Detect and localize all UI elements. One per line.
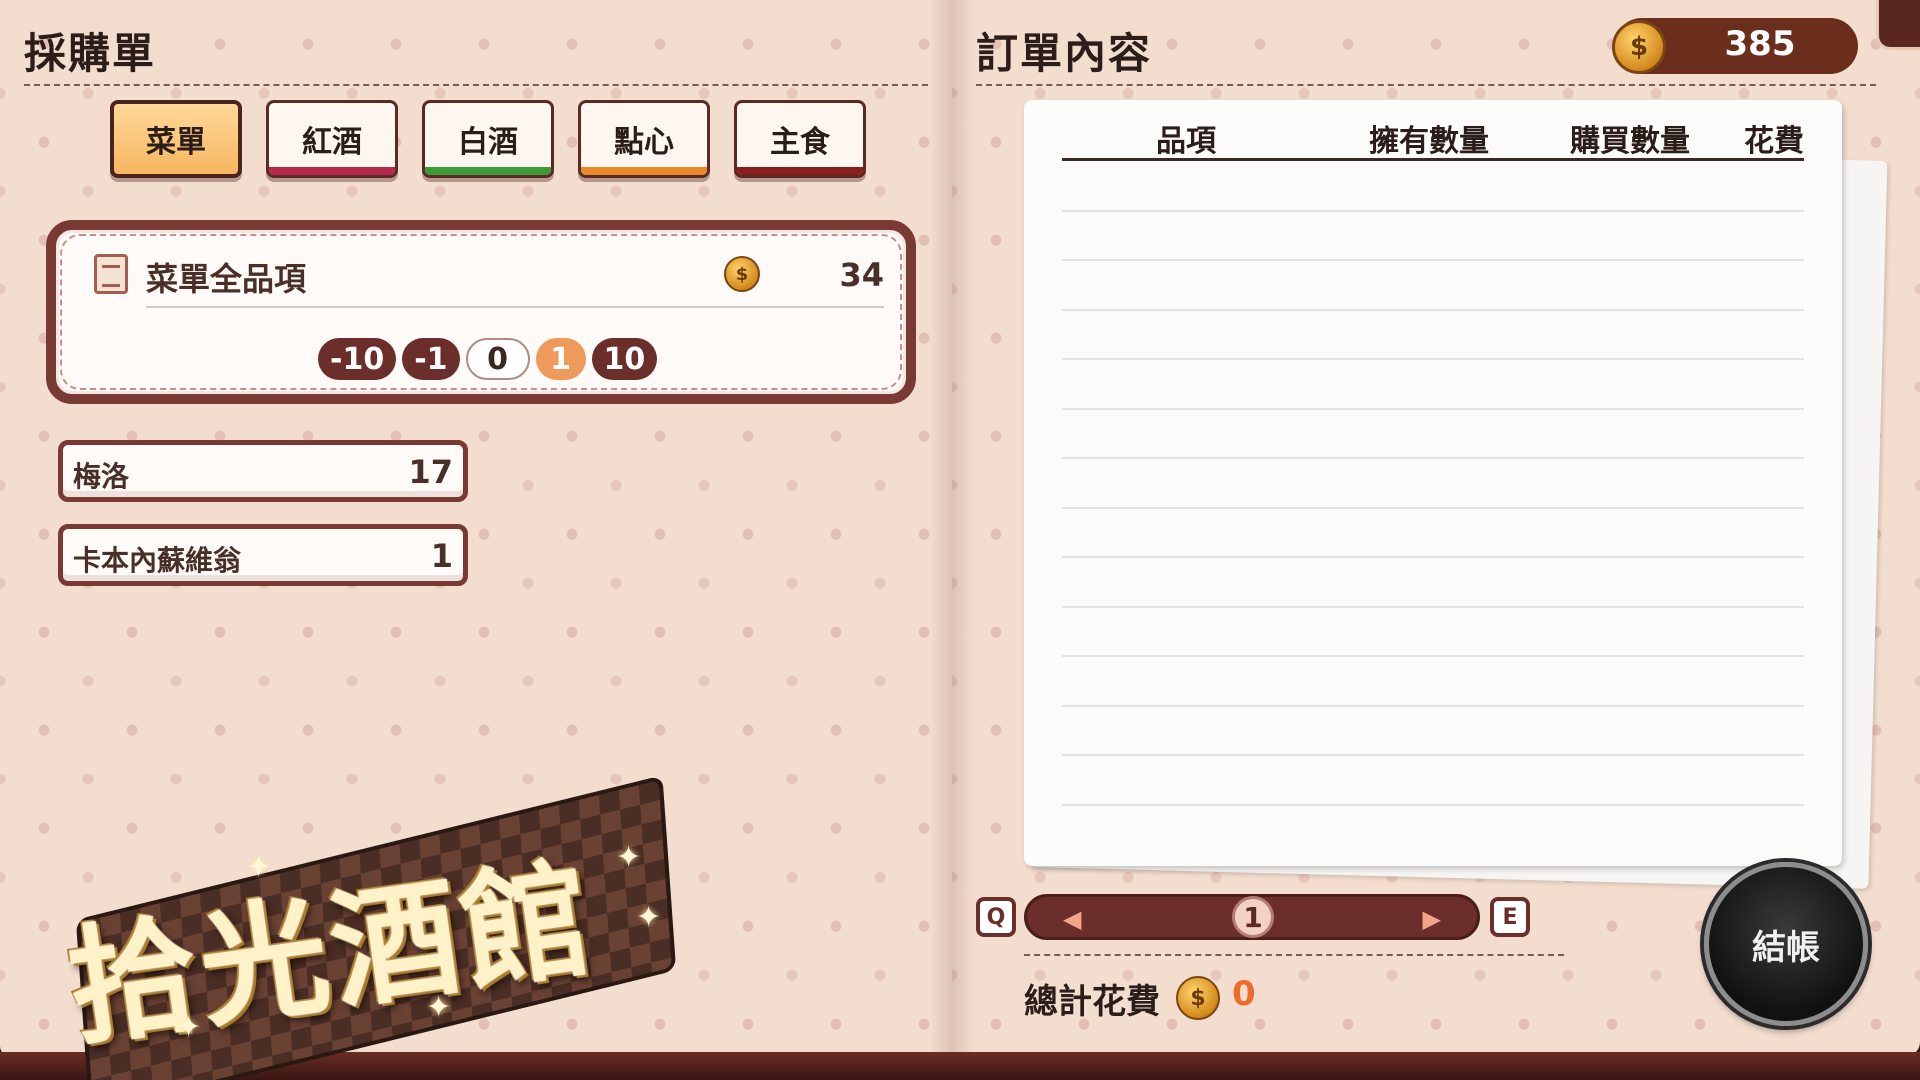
tab-label: 紅酒 (302, 125, 362, 160)
menu-card-underline (146, 306, 884, 308)
col-header-cost: 花費 (1744, 124, 1804, 159)
col-header-item: 品項 (1156, 124, 1216, 159)
qty-plus-10-button[interactable]: 10 (591, 338, 658, 380)
logo-text: 拾光酒館 (59, 842, 604, 1065)
table-row (1062, 705, 1804, 707)
prev-page-key[interactable]: Q (976, 897, 1016, 937)
title-divider (24, 84, 928, 86)
tab-dessert[interactable]: 點心 (578, 100, 710, 178)
table-row (1062, 507, 1804, 509)
item-name: 卡本內蘇維翁 (73, 544, 242, 577)
item-value: 17 (408, 453, 453, 491)
tab-stripe (425, 167, 551, 175)
coin-icon: $ (724, 256, 760, 292)
next-page-key[interactable]: E (1490, 897, 1530, 937)
current-page: 1 (1232, 896, 1274, 938)
coin-balance: 385 (1724, 24, 1796, 64)
tab-label: 白酒 (458, 125, 518, 160)
tab-label: 點心 (614, 125, 674, 160)
title-divider (976, 84, 1876, 86)
table-row (1062, 556, 1804, 558)
menu-all-items-card[interactable]: 菜單全品項 $ 34 -10 -1 0 1 10 (46, 220, 916, 404)
tab-main-food[interactable]: 主食 (734, 100, 866, 178)
book-gutter (930, 0, 974, 1056)
checkout-button[interactable]: 結帳 (1704, 862, 1868, 1026)
list-item-merlot[interactable]: 梅洛 17 (58, 440, 468, 502)
checkout-label: 結帳 (1752, 927, 1820, 968)
total-cost-value: 0 (1232, 974, 1256, 1014)
sparkle-icon: ✦ (176, 1010, 202, 1045)
tab-stripe (737, 167, 863, 175)
table-row (1062, 408, 1804, 410)
header-underline (1062, 158, 1804, 161)
table-row (1062, 655, 1804, 657)
table-row (1062, 457, 1804, 459)
table-row (1062, 210, 1804, 212)
qty-zero-button[interactable]: 0 (465, 338, 530, 380)
sparkle-icon: ✦ (616, 840, 642, 875)
sparkle-icon: ✦ (246, 850, 272, 885)
order-content-title: 訂單內容 (976, 29, 1153, 78)
game-logo: 拾光酒館 ✦ ✦ ✦ ✦ ✦ (16, 780, 696, 1080)
page-navigator: ◀ 1 ▶ (1024, 894, 1480, 940)
table-row (1062, 309, 1804, 311)
menu-card-price: 34 (839, 256, 884, 294)
coin-icon: $ (1612, 20, 1666, 74)
tab-white-wine[interactable]: 白酒 (422, 100, 554, 178)
purchase-order-title: 採購單 (24, 29, 157, 78)
corner-tab (1876, 0, 1920, 50)
quantity-buttons: -10 -1 0 1 10 (318, 338, 658, 380)
tab-label: 主食 (770, 125, 830, 160)
tab-stripe (269, 167, 395, 175)
tab-red-wine[interactable]: 紅酒 (266, 100, 398, 178)
qty-minus-1-button[interactable]: -1 (402, 338, 460, 380)
menu-book-icon (94, 254, 128, 294)
qty-plus-1-button[interactable]: 1 (535, 338, 586, 380)
sparkle-icon: ✦ (636, 900, 662, 935)
table-row (1062, 804, 1804, 806)
col-header-buy: 購買數量 (1570, 124, 1690, 159)
table-row (1062, 754, 1804, 756)
tab-stripe (581, 167, 707, 175)
table-row (1062, 358, 1804, 360)
tab-menu[interactable]: 菜單 (110, 100, 242, 178)
item-name: 梅洛 (73, 460, 130, 493)
arrow-right-icon[interactable]: ▶ (1423, 905, 1441, 933)
total-divider (1024, 954, 1564, 956)
coin-icon: $ (1176, 976, 1220, 1020)
qty-minus-10-button[interactable]: -10 (318, 338, 397, 380)
table-row (1062, 259, 1804, 261)
item-value: 1 (430, 537, 453, 575)
list-item-cabernet-sauvignon[interactable]: 卡本內蘇維翁 1 (58, 524, 468, 586)
col-header-owned: 擁有數量 (1369, 124, 1489, 159)
total-cost-label: 總計花費 (1024, 982, 1160, 1022)
menu-card-title: 菜單全品項 (146, 260, 307, 298)
sparkle-icon: ✦ (426, 990, 452, 1025)
tab-label: 菜單 (146, 125, 206, 160)
arrow-left-icon[interactable]: ◀ (1063, 905, 1081, 933)
order-table: 品項 擁有數量 購買數量 花費 (1024, 100, 1842, 866)
table-row (1062, 606, 1804, 608)
